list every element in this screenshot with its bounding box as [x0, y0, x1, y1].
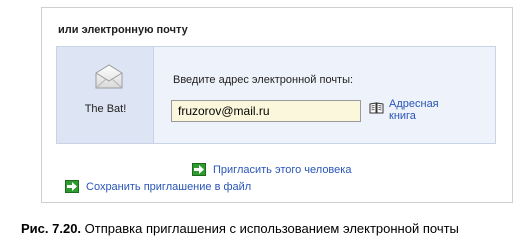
save-invite-button[interactable]: Сохранить приглашение в файл	[65, 180, 251, 193]
section-title: или электронную почту	[58, 24, 188, 36]
email-prompt: Введите адрес электронной почты:	[173, 74, 354, 86]
mail-client-option[interactable]: The Bat!	[57, 47, 154, 143]
email-panel: The Bat! Введите адрес электронной почты…	[56, 46, 496, 176]
figure-number: Рис. 7.20.	[21, 221, 82, 236]
arrow-right-icon	[65, 180, 79, 193]
invite-dialog: или электронную почту The Bat! Введите а…	[41, 7, 513, 203]
email-input[interactable]	[171, 100, 361, 122]
address-book-link[interactable]: Адресная книга	[389, 98, 449, 122]
figure-caption: Рис. 7.20. Отправка приглашения с исполь…	[21, 221, 459, 236]
invite-person-button[interactable]: Пригласить этого человека	[192, 163, 351, 176]
caption-text: Отправка приглашения с использованием эл…	[84, 221, 459, 236]
arrow-right-icon	[192, 163, 206, 176]
client-name: The Bat!	[84, 103, 127, 115]
book-icon[interactable]	[369, 102, 384, 114]
envelope-icon	[95, 64, 123, 89]
save-invite-label: Сохранить приглашение в файл	[86, 180, 252, 193]
invite-person-label: Пригласить этого человека	[213, 163, 352, 176]
